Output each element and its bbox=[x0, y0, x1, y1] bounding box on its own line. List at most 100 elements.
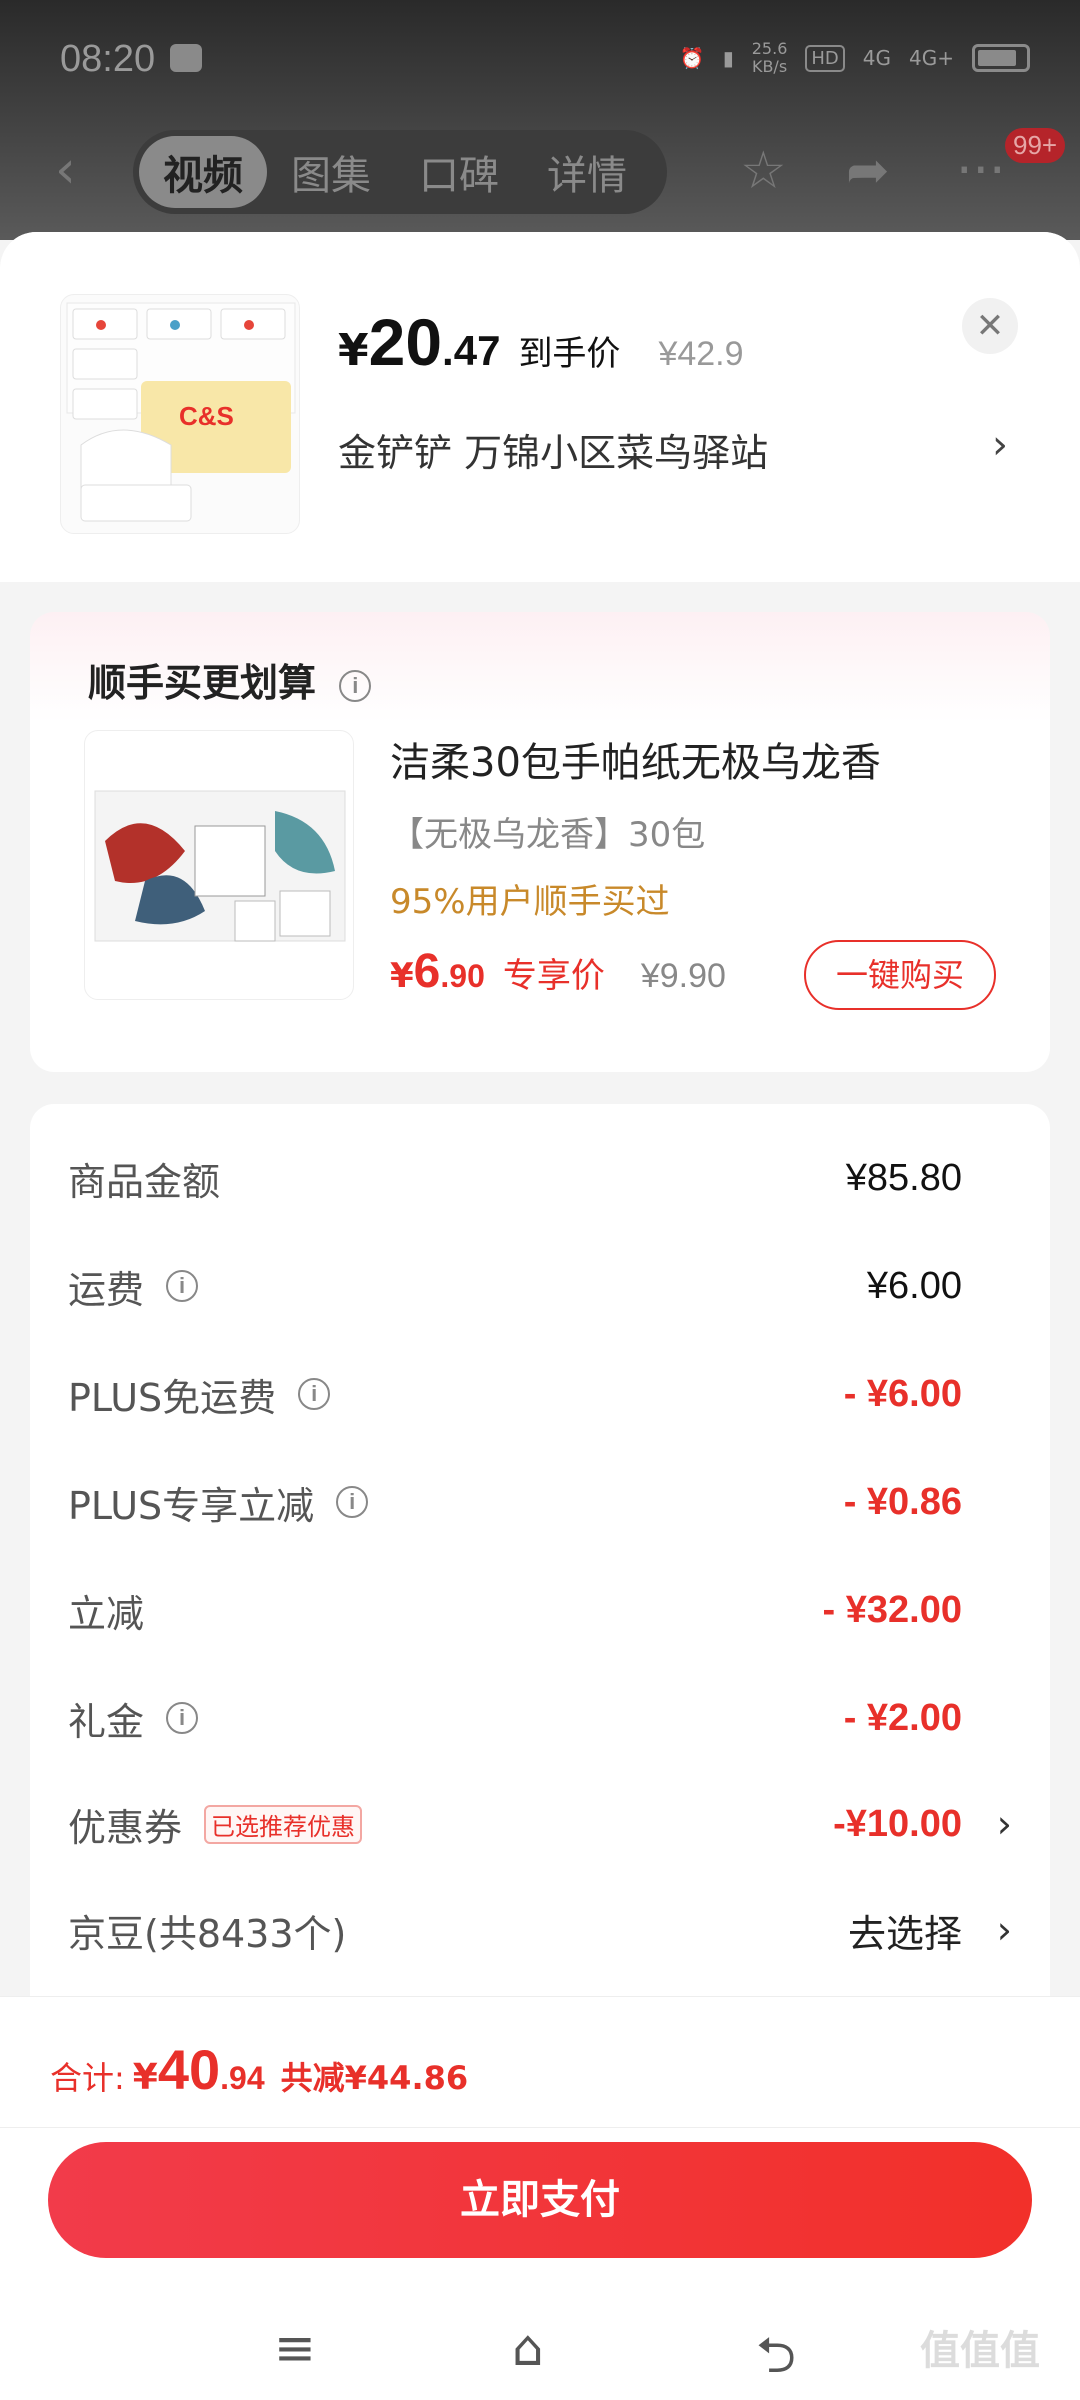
upsell-title: 顺手买更划算 i bbox=[88, 652, 372, 707]
watermark: 值值值 bbox=[920, 2328, 1040, 2374]
summary-row: 立减 - ¥32.00 bbox=[68, 1580, 1012, 1640]
message-badge: 99+ bbox=[1005, 128, 1066, 163]
alarm-icon: ⏰ bbox=[679, 46, 705, 70]
upsell-price: ¥ 6 .90 专享价 ¥9.90 bbox=[390, 944, 726, 999]
row-value: - ¥2.00 bbox=[843, 1696, 962, 1739]
row-value: ¥85.80 bbox=[845, 1156, 962, 1199]
row-label-text: 礼金 bbox=[68, 1699, 145, 1744]
jingdou-row[interactable]: 京豆(共8433个) 去选择 › bbox=[68, 1900, 1012, 1960]
home-icon[interactable]: ⌂ bbox=[512, 2319, 544, 2377]
order-summary: 商品金额 ¥85.80 运费 i ¥6.00 PLUS免运费 i - ¥6.00 P… bbox=[30, 1104, 1050, 1996]
row-label: 京豆(共8433个) bbox=[68, 1911, 347, 1956]
total-symbol: ¥ bbox=[132, 2057, 158, 2098]
total-discount: 共减¥44.86 bbox=[280, 2059, 469, 2097]
upsell-stat: 95%用户顺手买过 bbox=[390, 882, 670, 922]
chevron-right-icon[interactable]: › bbox=[997, 1802, 1012, 1846]
tissue-pack-image: C&S bbox=[66, 302, 296, 522]
tab-details[interactable]: 详情 bbox=[523, 136, 651, 208]
tissue-box-image bbox=[94, 790, 346, 942]
upsell-original-price: ¥9.90 bbox=[640, 957, 726, 995]
row-label: 运费 i bbox=[68, 1259, 199, 1314]
info-icon[interactable]: i bbox=[166, 1702, 199, 1734]
summary-row: PLUS免运费 i - ¥6.00 bbox=[68, 1364, 1012, 1424]
upsell-spec: 【无极乌龙香】30包 bbox=[390, 815, 706, 855]
upsell-price-int: 6 bbox=[413, 945, 441, 998]
signal-4g: 4G bbox=[862, 46, 892, 70]
total-label: 合计: bbox=[50, 2059, 125, 2097]
status-right: ⏰ ▮ 25.6 KB/s HD 4G 4G+ bbox=[680, 40, 1030, 76]
hd-badge: HD bbox=[805, 44, 845, 72]
price-dec: .47 bbox=[442, 327, 501, 374]
row-label: 商品金额 bbox=[68, 1159, 221, 1204]
row-label-text: 运费 bbox=[68, 1267, 145, 1312]
chevron-right-icon[interactable]: › bbox=[992, 422, 1008, 468]
more-icon[interactable]: ··· bbox=[956, 145, 1006, 197]
row-label-text: PLUS免运费 bbox=[68, 1375, 277, 1420]
back-nav-icon[interactable]: ⮌ bbox=[756, 2319, 796, 2400]
summary-row: 礼金 i - ¥2.00 bbox=[68, 1688, 1012, 1748]
info-icon[interactable]: i bbox=[336, 1486, 369, 1518]
product-thumbnail: C&S bbox=[60, 294, 300, 534]
upsell-product-name[interactable]: 洁柔30包手帕纸无极乌龙香 bbox=[390, 730, 881, 788]
top-nav: ‹ 视频 图集 口碑 详情 ☆ ➦ ··· bbox=[0, 125, 1080, 215]
upsell-title-text: 顺手买更划算 bbox=[88, 661, 317, 705]
price-int: 20 bbox=[368, 305, 443, 379]
total-dec: .94 bbox=[220, 2060, 265, 2096]
summary-row: 商品金额 ¥85.80 bbox=[68, 1148, 1012, 1208]
pay-now-button[interactable]: 立即支付 bbox=[48, 2142, 1032, 2258]
bottom-bar: 合计: ¥ 40 .94 共减¥44.86 立即支付 ≡ ⌂ ⮌ bbox=[0, 1996, 1080, 2400]
tab-gallery[interactable]: 图集 bbox=[267, 136, 395, 208]
close-icon[interactable]: ✕ bbox=[962, 298, 1018, 354]
net-speed-value: 25.6 bbox=[751, 39, 788, 58]
star-icon[interactable]: ☆ bbox=[740, 145, 787, 197]
row-value: ¥6.00 bbox=[866, 1264, 962, 1307]
upsell-price-symbol: ¥ bbox=[390, 956, 414, 996]
row-label-text: 优惠券 bbox=[68, 1805, 183, 1850]
row-label-text: PLUS专享立减 bbox=[68, 1483, 315, 1528]
one-click-buy-button[interactable]: 一键购买 bbox=[804, 940, 996, 1010]
signal-4g-plus: 4G+ bbox=[909, 46, 954, 70]
total-int: 40 bbox=[157, 2038, 221, 2101]
coupon-row[interactable]: 优惠券 已选推荐优惠 -¥10.00 › bbox=[68, 1794, 1012, 1854]
tab-video[interactable]: 视频 bbox=[139, 136, 267, 208]
price-label: 到手价 bbox=[518, 334, 621, 374]
row-value: - ¥32.00 bbox=[822, 1588, 962, 1631]
row-value: -¥10.00 bbox=[833, 1802, 962, 1845]
total-price: 合计: ¥ 40 .94 共减¥44.86 bbox=[50, 2037, 468, 2102]
checkout-sheet: C&S ¥ 20 .47 到手价 ¥42.9 金铲铲 万锦小区菜鸟驿站 › ✕ … bbox=[0, 232, 1080, 1996]
battery-icon bbox=[972, 44, 1030, 72]
summary-row: 运费 i ¥6.00 bbox=[68, 1256, 1012, 1316]
sheet-header: C&S ¥ 20 .47 到手价 ¥42.9 金铲铲 万锦小区菜鸟驿站 › bbox=[0, 232, 1080, 582]
net-speed: 25.6 KB/s bbox=[752, 40, 788, 76]
original-price: ¥42.9 bbox=[658, 335, 744, 373]
system-nav-bar: ≡ ⌂ ⮌ bbox=[0, 2297, 1080, 2397]
row-label: PLUS专享立减 i bbox=[68, 1475, 369, 1530]
summary-row: PLUS专享立减 i - ¥0.86 bbox=[68, 1472, 1012, 1532]
tab-segment: 视频 图集 口碑 详情 bbox=[133, 130, 667, 214]
net-speed-unit: KB/s bbox=[751, 57, 788, 76]
tab-reviews[interactable]: 口碑 bbox=[395, 136, 523, 208]
thumb-brand: C&S bbox=[179, 401, 234, 431]
divider bbox=[0, 2127, 1080, 2128]
info-icon[interactable]: i bbox=[166, 1270, 199, 1302]
row-label: 优惠券 已选推荐优惠 bbox=[68, 1797, 363, 1852]
menu-icon[interactable]: ≡ bbox=[274, 2319, 316, 2377]
final-price: ¥ 20 .47 到手价 ¥42.9 bbox=[338, 304, 744, 380]
video-record-icon bbox=[170, 44, 202, 72]
upsell-price-label: 专享价 bbox=[502, 956, 605, 996]
upsell-product-image bbox=[84, 730, 354, 1000]
row-value: - ¥6.00 bbox=[843, 1372, 962, 1415]
row-label: 礼金 i bbox=[68, 1691, 199, 1746]
info-icon[interactable]: i bbox=[298, 1378, 331, 1410]
share-icon[interactable]: ➦ bbox=[846, 145, 890, 197]
vibrate-icon: ▮ bbox=[722, 46, 734, 70]
back-icon[interactable]: ‹ bbox=[55, 144, 76, 196]
chevron-right-icon[interactable]: › bbox=[997, 1908, 1012, 1952]
upsell-card: 顺手买更划算 i 洁柔30包手帕纸无极乌龙香 【无极乌龙香】30包 95%用户顺… bbox=[30, 612, 1050, 1072]
delivery-address[interactable]: 金铲铲 万锦小区菜鸟驿站 bbox=[338, 422, 768, 477]
coupon-tag: 已选推荐优惠 bbox=[204, 1804, 363, 1844]
status-bar: 08:20 ⏰ ▮ 25.6 KB/s HD 4G 4G+ bbox=[0, 0, 1080, 120]
row-label: 立减 bbox=[68, 1591, 145, 1636]
info-icon[interactable]: i bbox=[339, 669, 372, 702]
row-value[interactable]: 去选择 bbox=[848, 1903, 962, 1958]
